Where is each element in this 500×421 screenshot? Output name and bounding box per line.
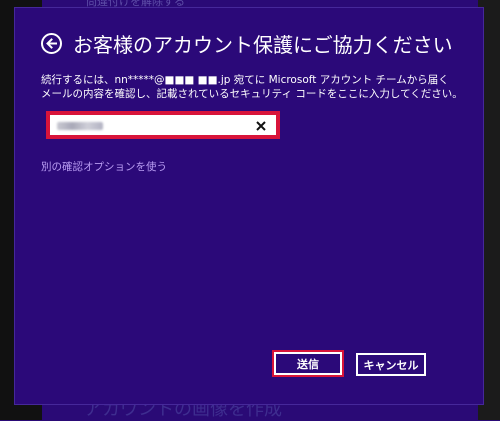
- description-line-1: 続行するには、nn*****@■■■ ■■.jp 宛てに Microsoft ア…: [41, 74, 449, 86]
- dialog-description: 続行するには、nn*****@■■■ ■■.jp 宛てに Microsoft ア…: [41, 73, 471, 101]
- back-arrow-circle-icon: [46, 38, 57, 49]
- security-code-input[interactable]: [57, 118, 237, 134]
- description-line-2: メールの内容を確認し、記載されているセキュリティ コードをここに入力してください…: [41, 88, 463, 100]
- send-button[interactable]: 送信: [274, 352, 342, 375]
- security-code-field: [46, 111, 280, 139]
- send-button-highlight: 送信: [272, 350, 344, 377]
- back-button[interactable]: [41, 33, 62, 54]
- dialog-title: お客様のアカウント保護にご協力ください: [73, 33, 453, 57]
- alternate-verification-link[interactable]: 別の確認オプションを使う: [41, 159, 167, 174]
- clear-input-button[interactable]: [253, 118, 269, 134]
- security-code-box: [50, 115, 276, 135]
- security-code-dialog: お客様のアカウント保護にご協力ください 続行するには、nn*****@■■■ ■…: [14, 7, 484, 405]
- close-icon: [256, 121, 266, 131]
- cancel-button[interactable]: キャンセル: [356, 353, 426, 376]
